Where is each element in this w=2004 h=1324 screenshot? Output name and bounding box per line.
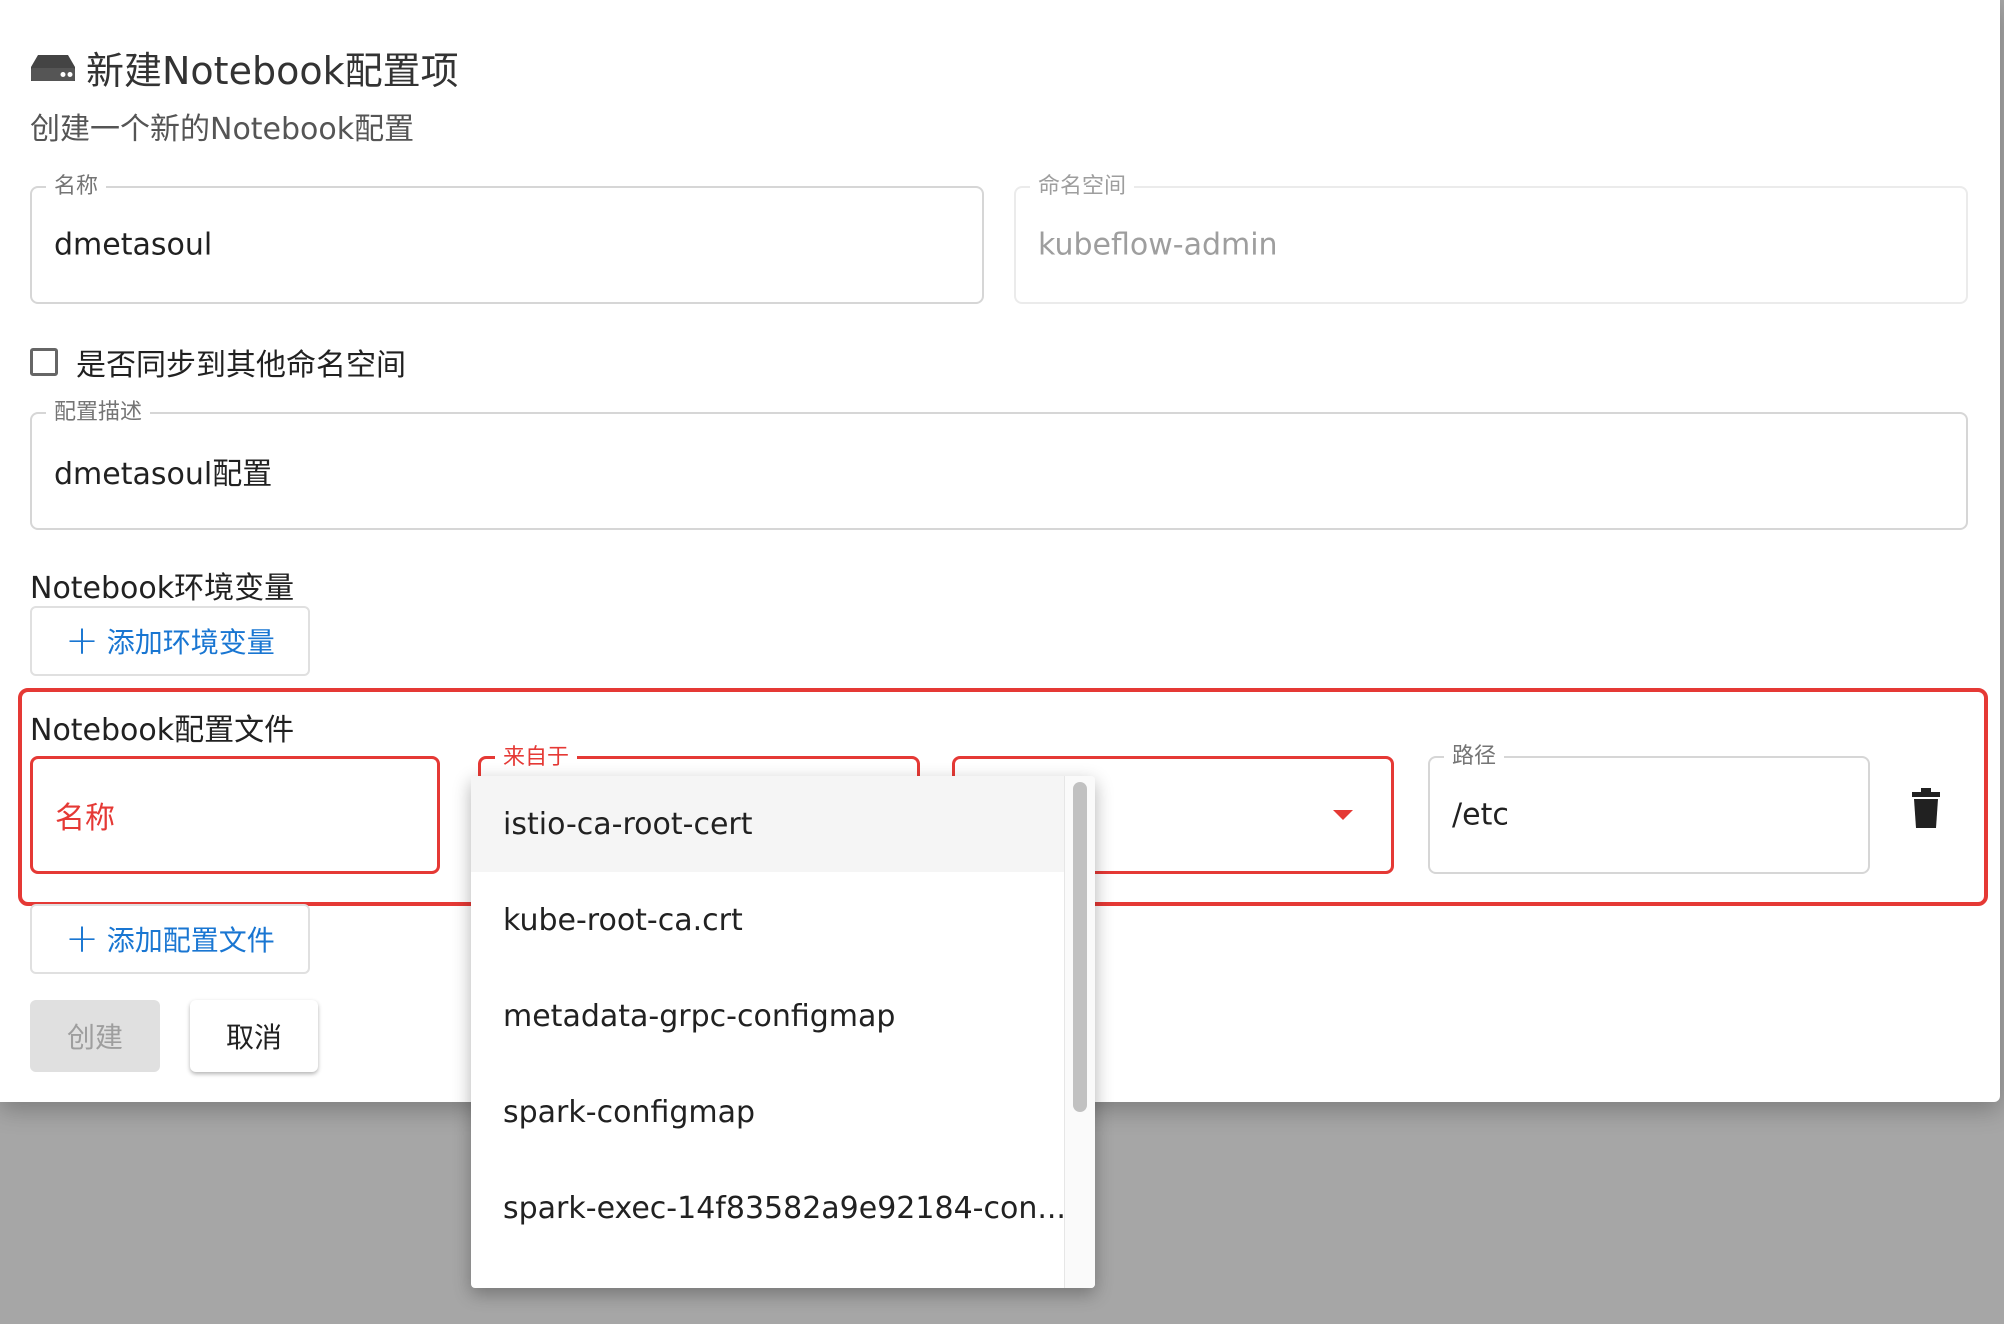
name-value: dmetasoul	[54, 227, 213, 263]
dropdown-scrollbar[interactable]	[1064, 776, 1095, 1288]
name-label: 名称	[46, 174, 107, 200]
dialog-subtitle: 创建一个新的Notebook配置	[30, 112, 415, 147]
env-section-title: Notebook环境变量	[30, 571, 295, 606]
config-name-field[interactable]: 名称	[30, 756, 440, 874]
add-config-button[interactable]: + 添加配置文件	[30, 904, 310, 974]
dropdown-option[interactable]: kube-root-ca.crt	[471, 872, 1065, 968]
sync-checkbox[interactable]	[30, 348, 58, 376]
add-env-button[interactable]: + 添加环境变量	[30, 606, 310, 676]
config-name-placeholder: 名称	[55, 801, 115, 836]
dropdown-scrollbar-thumb[interactable]	[1073, 782, 1087, 1112]
storage-icon	[31, 54, 75, 81]
source-label: 来自于	[495, 745, 578, 771]
dialog-title: 新建Notebook配置项	[86, 49, 459, 93]
chevron-down-icon	[1333, 810, 1353, 820]
description-field[interactable]: 配置描述 dmetasoul配置	[30, 400, 1968, 530]
dropdown-option[interactable]: spark-configmap	[471, 1064, 1065, 1160]
source-dropdown: istio-ca-root-cert kube-root-ca.crt meta…	[471, 776, 1095, 1288]
description-value: dmetasoul配置	[54, 457, 273, 492]
namespace-field: 命名空间 kubeflow-admin	[1014, 174, 1968, 304]
config-section-title: Notebook配置文件	[30, 713, 295, 748]
sync-checkbox-row[interactable]: 是否同步到其他命名空间	[30, 340, 406, 384]
dropdown-option[interactable]: metadata-grpc-configmap	[471, 968, 1065, 1064]
add-config-label: 添加配置文件	[106, 924, 275, 957]
name-field[interactable]: 名称 dmetasoul	[30, 174, 984, 304]
path-label: 路径	[1444, 744, 1505, 770]
dropdown-option[interactable]: istio-ca-root-cert	[471, 776, 1065, 872]
trash-icon[interactable]	[1910, 788, 1942, 828]
add-env-label: 添加环境变量	[106, 626, 275, 659]
sync-checkbox-label: 是否同步到其他命名空间	[76, 348, 406, 383]
create-button[interactable]: 创建	[30, 1000, 160, 1072]
dialog-header: 新建Notebook配置项	[30, 40, 459, 95]
plus-icon: +	[65, 618, 99, 664]
plus-icon: +	[65, 916, 99, 962]
dropdown-option[interactable]: spark-exec-14f83582a9e92184-con...	[471, 1160, 1065, 1256]
path-field[interactable]: 路径 /etc	[1428, 744, 1870, 874]
cancel-button[interactable]: 取消	[190, 1000, 318, 1072]
namespace-label: 命名空间	[1030, 174, 1135, 200]
namespace-value: kubeflow-admin	[1038, 227, 1278, 263]
description-label: 配置描述	[46, 400, 151, 426]
path-value: /etc	[1452, 797, 1509, 833]
